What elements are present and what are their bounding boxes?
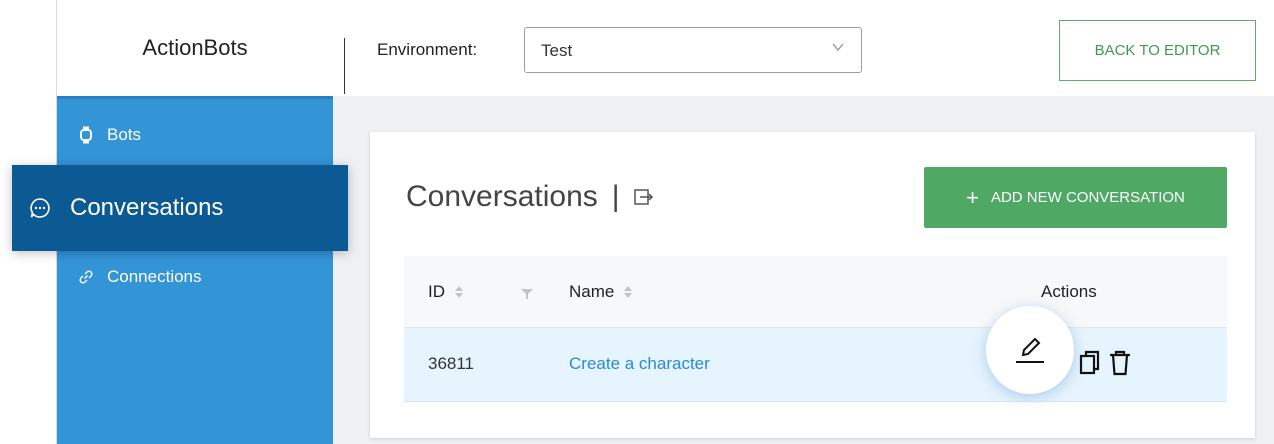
title-separator: | — [611, 180, 620, 213]
column-header-id[interactable]: ID — [428, 282, 463, 302]
environment-label: Environment: — [377, 40, 478, 59]
brand-title: ActionBots — [142, 35, 248, 60]
export-icon[interactable] — [633, 188, 654, 206]
header-divider — [344, 38, 345, 94]
sidebar: Bots Connections — [57, 96, 333, 444]
link-icon — [77, 268, 95, 286]
row-id: 36811 — [428, 354, 475, 373]
add-new-conversation-button[interactable]: + ADD NEW CONVERSATION — [924, 167, 1227, 228]
sidebar-item-connections[interactable]: Connections — [77, 267, 202, 287]
add-button-label: ADD NEW CONVERSATION — [990, 189, 1185, 206]
row-name-link[interactable]: Create a character — [569, 354, 710, 374]
column-header-actions: Actions — [1041, 282, 1097, 301]
environment-select-value: Test — [541, 41, 573, 60]
sidebar-item-bots[interactable]: Bots — [77, 125, 141, 145]
sidebar-item-conversations[interactable]: Conversations — [12, 165, 348, 251]
chat-bubble-icon — [28, 196, 52, 220]
page-title-text: Conversations — [406, 180, 598, 213]
column-header-name[interactable]: Name — [569, 282, 633, 302]
sidebar-item-label: Connections — [107, 267, 202, 286]
table-header: ID Name Actions — [404, 256, 1227, 328]
plus-icon: + — [966, 184, 979, 210]
table-row[interactable]: 36811 Create a character — [404, 328, 1227, 402]
sidebar-item-label: Conversations — [70, 194, 224, 221]
watch-icon — [77, 126, 95, 144]
conversations-table: ID Name Actions 36811 Create a character — [404, 256, 1227, 402]
sort-icon[interactable] — [455, 286, 463, 298]
chevron-down-icon — [832, 43, 844, 52]
top-bar: ActionBots Environment: Test BACK TO EDI… — [57, 0, 1274, 96]
column-header-id-label: ID — [428, 282, 445, 301]
environment-select[interactable]: Test — [524, 27, 862, 73]
sidebar-item-label: Bots — [107, 125, 142, 144]
edit-button[interactable] — [986, 306, 1074, 394]
filter-icon[interactable] — [521, 289, 533, 299]
copy-icon[interactable] — [1078, 350, 1102, 376]
back-to-editor-button[interactable]: BACK TO EDITOR — [1059, 20, 1256, 81]
column-header-name-label: Name — [569, 282, 615, 301]
sort-icon[interactable] — [624, 286, 633, 298]
page-title: Conversations | — [406, 180, 654, 214]
trash-icon[interactable] — [1108, 350, 1132, 376]
edit-icon — [1016, 337, 1044, 363]
conversations-card: Conversations | + ADD NEW CONVERSATION I… — [370, 132, 1255, 438]
